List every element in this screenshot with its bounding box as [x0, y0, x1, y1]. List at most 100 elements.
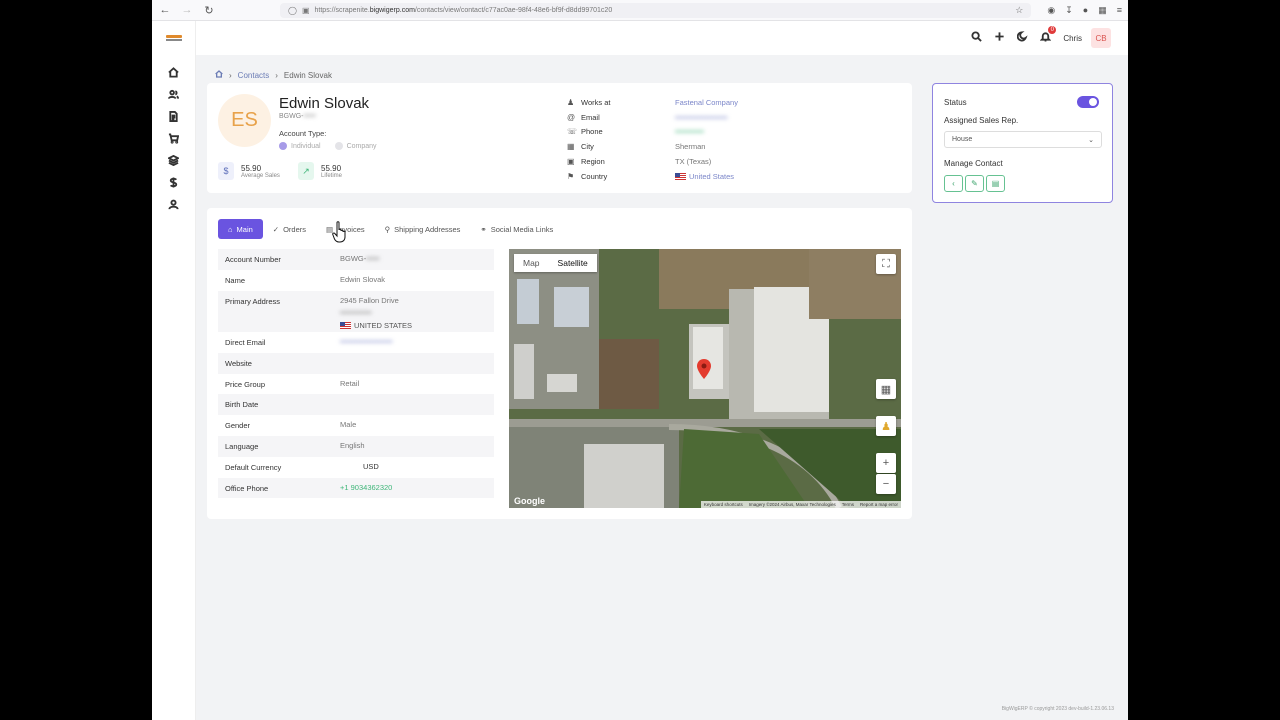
country-value: United States	[675, 172, 734, 181]
logo[interactable]	[165, 35, 183, 45]
terms-link[interactable]: Terms	[842, 502, 854, 507]
back-button[interactable]: ‹	[944, 175, 963, 192]
office-phone-link[interactable]: +1 9034362320	[340, 482, 392, 499]
home-icon[interactable]	[163, 61, 185, 83]
tab-main[interactable]: ⌂ Main	[218, 219, 263, 239]
region-value: TX (Texas)	[675, 157, 712, 167]
download-icon[interactable]: ↧	[1065, 5, 1073, 16]
contact-avatar: ES	[218, 94, 271, 147]
app: 0 Chris CB › Contacts › Edwin Slovak ES …	[152, 21, 1128, 720]
keyboard-shortcuts-link[interactable]: Keyboard shortcuts	[704, 502, 743, 507]
breadcrumb: › Contacts › Edwin Slovak	[215, 70, 332, 80]
us-flag-icon	[340, 321, 351, 329]
sidebar	[152, 21, 196, 720]
map-attribution: Keyboard shortcuts Imagery ©2024 Airbus,…	[700, 501, 901, 508]
direct-email-link[interactable]: ••••••••••••••••••••	[340, 336, 393, 353]
radio-individual[interactable]: Individual	[279, 142, 321, 150]
browser-extensions: ◉ ↧ ● ▦ ≡	[1047, 5, 1122, 16]
table-row: Primary Address 2945 Fallon Drive ••••••••…	[218, 290, 494, 333]
manage-contact-label: Manage Contact	[944, 159, 1003, 168]
breadcrumb-contacts[interactable]: Contacts	[238, 71, 270, 80]
map[interactable]: Map Satellite ⛶ ▦ ♟ + − Google Keyboard …	[509, 249, 901, 508]
table-row: Birth Date	[218, 394, 494, 416]
status-label: Status	[944, 98, 967, 107]
layers-icon[interactable]	[163, 149, 185, 171]
contact-header-card: ES Edwin Slovak BGWG-••••• Account Type:…	[207, 83, 912, 193]
report-error-link[interactable]: Report a map error	[860, 502, 898, 507]
works-at-label: Works at	[581, 97, 611, 107]
bell-icon[interactable]: 0	[1038, 26, 1057, 45]
satellite-view-button[interactable]: Satellite	[549, 254, 597, 272]
works-at-link[interactable]: Fastenal Company	[675, 98, 738, 107]
manage-contact-buttons: ‹ ✎ ▤	[944, 175, 1005, 192]
home-icon: ⌂	[228, 224, 233, 234]
dollar-icon[interactable]	[163, 171, 185, 193]
table-row: Office Phone +1 9034362320	[218, 477, 494, 499]
user-name[interactable]: Chris	[1063, 34, 1082, 43]
tab-shipping-addresses[interactable]: ⚲ Shipping Addresses	[375, 219, 471, 239]
city-label: City	[581, 142, 594, 152]
status-toggle[interactable]	[1077, 96, 1099, 108]
breadcrumb-current: Edwin Slovak	[283, 70, 332, 80]
address-bar[interactable]: ◯ ▣ https://scrapenite.bigwigerp.com/con…	[280, 2, 1032, 18]
lifetime-stat: ↗ 55.90 Lifetime	[298, 162, 342, 180]
bookmark-star-icon[interactable]: ☆	[1015, 5, 1023, 16]
edit-button[interactable]: ✎	[965, 175, 984, 192]
imagery-credit: Imagery ©2024 Airbus, Maxar Technologies	[748, 502, 836, 507]
avatar[interactable]: CB	[1091, 28, 1111, 48]
radio-company[interactable]: Company	[334, 142, 377, 150]
tilt-grid-icon[interactable]: ▦	[876, 379, 896, 399]
cart-icon: ✓	[272, 224, 280, 234]
menu-icon[interactable]: ≡	[1117, 5, 1122, 16]
shield-icon: ◯	[288, 5, 297, 15]
export-button[interactable]: ▤	[986, 175, 1005, 192]
search-icon[interactable]	[969, 31, 983, 45]
zoom-in-button[interactable]: +	[876, 453, 896, 473]
account-type-radio-group: Individual Company	[279, 142, 377, 150]
fullscreen-icon[interactable]: ⛶	[876, 254, 896, 274]
trending-up-icon: ↗	[298, 162, 314, 180]
contacts-icon[interactable]	[163, 83, 185, 105]
moon-icon[interactable]	[1015, 31, 1029, 45]
us-flag-icon	[675, 172, 686, 180]
building-icon: ▦	[567, 142, 575, 152]
average-sales-label: Average Sales	[241, 172, 280, 179]
email-value[interactable]: ••••••••••••••••••••	[675, 113, 728, 122]
home-icon[interactable]	[215, 70, 223, 80]
street-view-pegman-icon[interactable]: ♟	[876, 416, 896, 436]
google-logo: Google	[514, 496, 545, 506]
document-icon[interactable]	[163, 105, 185, 127]
url-text: https://scrapenite.bigwigerp.com/contact…	[314, 6, 613, 14]
phone-value[interactable]: •••••••••••	[675, 127, 704, 136]
map-icon: ▣	[567, 157, 575, 167]
map-view-button[interactable]: Map	[514, 254, 549, 272]
country-label: Country	[581, 171, 608, 181]
table-row: Direct Email ••••••••••••••••••••	[218, 332, 494, 353]
map-type-toggle: Map Satellite	[514, 254, 597, 272]
reload-icon[interactable]: ↻	[202, 3, 216, 17]
browser-window: ← → ↻ ◯ ▣ https://scrapenite.bigwigerp.c…	[152, 0, 1128, 720]
pocket-icon[interactable]: ◉	[1047, 5, 1055, 16]
table-row: Price Group Retail	[225, 378, 360, 389]
lifetime-label: Lifetime	[321, 172, 343, 179]
sales-rep-label: Assigned Sales Rep.	[944, 116, 1019, 125]
table-row: Name Edwin Slovak	[225, 274, 386, 285]
puzzle-icon[interactable]: ▦	[1098, 5, 1107, 16]
cart-icon[interactable]	[163, 127, 185, 149]
tab-orders[interactable]: ✓ Orders	[263, 219, 316, 239]
extension-icon[interactable]: ●	[1083, 5, 1088, 16]
map-pin-icon[interactable]	[697, 359, 711, 379]
dollar-icon: $	[218, 162, 234, 180]
link-icon: ⚭	[480, 224, 487, 234]
lock-icon: ▣	[301, 5, 310, 15]
tab-social-media-links[interactable]: ⚭ Social Media Links	[470, 219, 563, 239]
lifetime-value: 55.90	[321, 163, 342, 173]
table-row: Default Currency USD	[225, 461, 379, 472]
back-icon[interactable]: ←	[158, 3, 172, 17]
forward-icon[interactable]: →	[180, 3, 194, 17]
user-icon[interactable]	[163, 193, 185, 215]
sales-rep-select[interactable]: House ⌄	[944, 131, 1102, 148]
at-icon: @	[567, 112, 576, 122]
zoom-out-button[interactable]: −	[876, 474, 896, 494]
plus-icon[interactable]	[992, 31, 1006, 45]
